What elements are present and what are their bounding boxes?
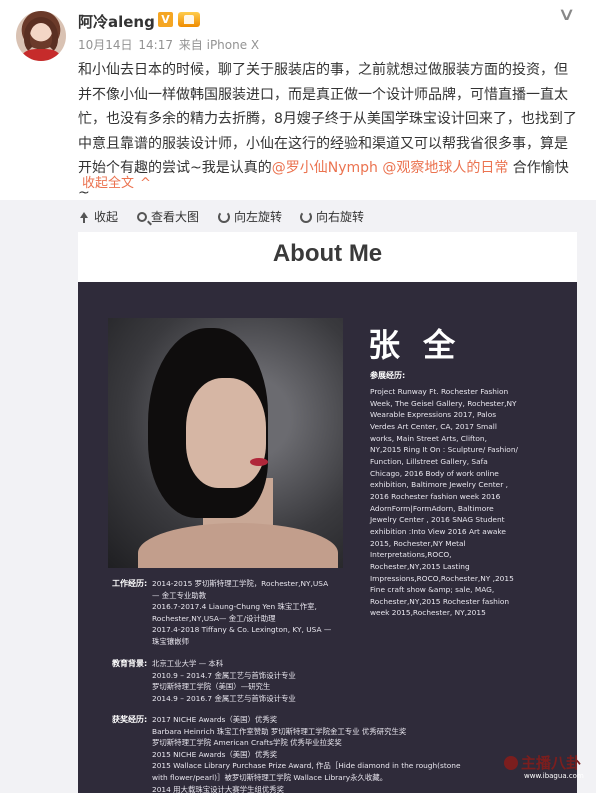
education-label: 教育背景: (112, 659, 148, 668)
chevron-down-icon[interactable]: ∨ (557, 4, 575, 25)
work-line: Rochester,NY,USA— 金工/设计助理 (152, 613, 276, 623)
mention-link[interactable]: @罗小仙Nymph (272, 160, 378, 176)
work-line: 2016.7-2017.4 Liaung-Chung Yen 珠宝工作室, (152, 602, 317, 612)
collapse-text-link[interactable]: 收起全文 ^ (82, 172, 151, 191)
work-line: 2014-2015 罗切斯特理工学院，Rochester,NY,USA (152, 579, 329, 588)
media-toolbar: 收起 查看大图 向左旋转 向右旋转 (0, 200, 596, 230)
watermark: 主播八卦 www.ibagua.com (504, 752, 584, 780)
username[interactable]: 阿冷aleng丶 (78, 11, 170, 32)
view-large-label: 查看大图 (151, 210, 200, 224)
collapse-image-label: 收起 (94, 210, 119, 224)
exhibition-label: 参展经历: (370, 371, 406, 380)
education-list: 北京工业大学 — 本科 2010.9 – 2014.7 金属工艺与首饰设计专业 … (152, 658, 296, 704)
poster-header: About Me (78, 232, 577, 282)
award-line: 2014 用大载珠宝设计大赛学生组优秀奖 (152, 784, 285, 793)
post-meta: 10月14日 14:17 来自 iPhone X (78, 36, 261, 53)
award-list: 2017 NICHE Awards（美国）优秀奖 Barbara Heinric… (152, 714, 461, 793)
arrow-up-icon (78, 211, 90, 223)
award-line: 2017 NICHE Awards（美国）优秀奖 (152, 715, 278, 724)
poster-image[interactable]: 张 全 参展经历: Project Runway Ft. Rochester F… (78, 282, 577, 793)
user-avatar[interactable] (16, 11, 66, 61)
poster-title: About Me (272, 240, 383, 267)
photo-lips (250, 458, 268, 466)
avatar-shirt (22, 49, 60, 61)
view-large-button[interactable]: 查看大图 (137, 208, 199, 225)
rotate-right-icon (300, 210, 312, 223)
award-line: 罗切斯特理工学院 American Crafts学院 优秀毕业拉奖奖 (152, 738, 342, 748)
education-line: 2010.9 – 2014.7 金属工艺与首饰设计专业 (152, 670, 296, 680)
award-line: with flower/pearl)］被罗切斯特理工学院 Wallace Lib… (152, 772, 388, 782)
portrait-photo (108, 318, 343, 568)
award-line: Barbara Heinrich 珠宝工作室赞助 罗切斯特理工学院金工专业 优秀… (152, 726, 407, 736)
education-line: 2014.9 – 2016.7 金属工艺与首饰设计专业 (152, 693, 296, 703)
work-line: 2017.4-2018 Tiffany & Co. Lexington, KY,… (152, 625, 332, 635)
rotate-left-button[interactable]: 向左旋转 (218, 208, 282, 225)
post-text: 和小仙去日本的时候，聊了关于服装店的事，之前就想过做服装方面的投资，但并不像小仙… (78, 58, 578, 205)
rotate-right-label: 向右旋转 (316, 210, 365, 224)
post-date: 10月14日 (78, 38, 133, 52)
exhibition-list: Project Runway Ft. Rochester Fashion Wee… (370, 387, 518, 618)
post-time: 14:17 (138, 38, 173, 52)
work-label: 工作经历: (112, 579, 148, 588)
mention-link[interactable]: @观察地球人的日常 (382, 160, 508, 176)
rotate-left-label: 向左旋转 (234, 210, 283, 224)
work-line: 珠宝镶嵌师 (152, 636, 189, 646)
photo-shoulder (138, 523, 338, 568)
collapse-label: 收起全文 (82, 176, 135, 191)
award-label: 获奖经历: (112, 715, 148, 724)
award-line: 2015 Wallace Library Purchase Prize Awar… (152, 761, 461, 771)
photo-face (186, 378, 266, 488)
watermark-url: www.ibagua.com (524, 772, 584, 780)
collapse-image-button[interactable]: 收起 (78, 208, 118, 225)
caret-up-icon: ^ (140, 176, 151, 191)
work-list: 2014-2015 罗切斯特理工学院，Rochester,NY,USA — 金工… (152, 578, 331, 648)
watermark-text: 主播八卦 (521, 754, 582, 772)
education-line: 罗切斯特理工学院（美国）—研究生 (152, 682, 271, 692)
rotate-left-icon (218, 210, 230, 223)
rotate-right-button[interactable]: 向右旋转 (300, 208, 364, 225)
post-source: 来自 iPhone X (178, 38, 260, 52)
verified-badge-icon: V (158, 12, 173, 27)
education-line: 北京工业大学 — 本科 (152, 659, 224, 668)
award-line: 2015 NICHE Awards（美国）优秀奖 (152, 749, 278, 759)
level-badge-icon (178, 12, 200, 27)
designer-name: 张 全 (368, 326, 462, 364)
post-body: 和小仙去日本的时候，聊了关于服装店的事，之前就想过做服装方面的投资，但并不像小仙… (78, 62, 577, 176)
watermark-logo-icon (504, 755, 518, 770)
search-icon (137, 211, 147, 222)
work-line: — 金工专业助教 (152, 590, 207, 600)
